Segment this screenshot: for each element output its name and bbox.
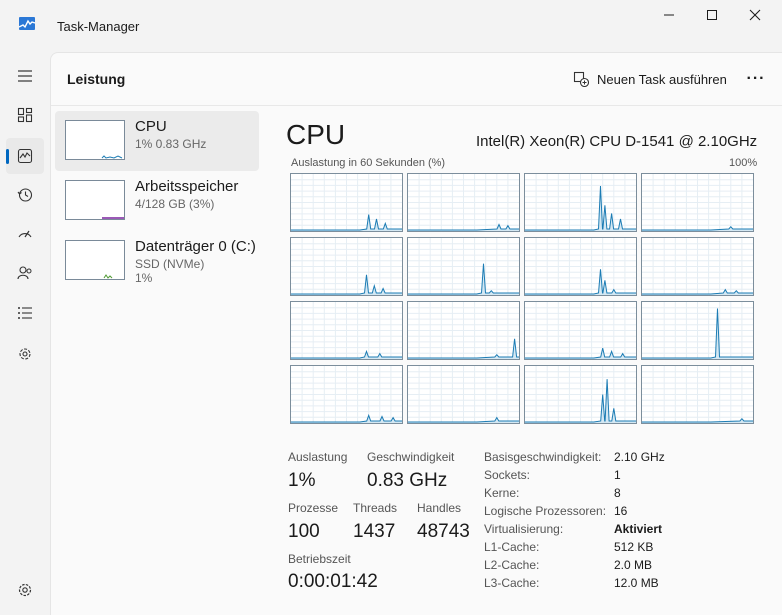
speed-value: 0.83 GHz: [367, 470, 448, 491]
logical-processor-graph: [290, 237, 403, 296]
window-title: Task-Manager: [57, 19, 140, 34]
spec-value: 12.0 MB: [614, 576, 659, 590]
page-title: Leistung: [67, 71, 126, 87]
logical-processor-graph: [641, 301, 754, 360]
uptime-label: Betriebszeit: [288, 552, 351, 566]
utilization-label: Auslastung: [288, 450, 348, 464]
resource-disk[interactable]: Datenträger 0 (C:) SSD (NVMe) 1%: [55, 231, 259, 291]
logical-processor-graph: [290, 173, 403, 232]
handles-label: Handles: [417, 501, 462, 515]
close-icon: [749, 9, 761, 21]
logical-processor-graph: [524, 365, 637, 424]
processes-icon: [17, 107, 33, 123]
minimize-icon: [664, 14, 674, 16]
nav-app-history[interactable]: [6, 177, 44, 213]
resource-detail: 4/128 GB (3%): [135, 197, 215, 211]
menu-icon: [18, 70, 32, 82]
nav-services[interactable]: [6, 336, 44, 372]
new-task-icon: [573, 71, 589, 87]
spec-label: Logische Prozessoren:: [484, 504, 607, 518]
logical-processor-graph: [407, 173, 520, 232]
close-button[interactable]: [732, 0, 778, 30]
services-icon: [19, 348, 31, 360]
resource-cpu[interactable]: CPU 1% 0.83 GHz: [55, 111, 259, 171]
resource-detail: 1% 0.83 GHz: [135, 137, 207, 151]
cpu-model: Intel(R) Xeon(R) CPU D-1541 @ 2.10GHz: [476, 133, 758, 150]
logical-processor-graph: [524, 173, 637, 232]
logical-processor-graph: [641, 173, 754, 232]
disk-usage: 1%: [135, 271, 153, 285]
disk-thumbnail-graph: [65, 240, 125, 280]
nav-processes[interactable]: [6, 97, 44, 133]
utilization-value: 1%: [288, 470, 316, 491]
processes-value: 100: [288, 521, 320, 542]
nav-settings[interactable]: [6, 572, 44, 608]
title-bar: Task-Manager: [0, 0, 782, 52]
nav-menu-button[interactable]: [6, 58, 44, 94]
logical-processor-graph: [407, 301, 520, 360]
memory-thumbnail-graph: [65, 180, 125, 220]
logical-processor-graph: [407, 237, 520, 296]
logical-processor-graph: [641, 237, 754, 296]
navigation-sidebar: [0, 52, 50, 615]
threads-label: Threads: [353, 501, 398, 515]
main-content: Leistung Neuen Task ausführen ··· CPU 1%…: [50, 52, 782, 615]
users-icon: [17, 266, 32, 280]
logical-processor-graph: [524, 301, 637, 360]
spec-value: 2.10 GHz: [614, 450, 665, 464]
logical-processor-graph: [290, 365, 403, 424]
spec-label: L1-Cache:: [484, 540, 540, 554]
resource-memory[interactable]: Arbeitsspeicher 4/128 GB (3%): [55, 171, 259, 231]
resource-name: Arbeitsspeicher: [135, 178, 239, 195]
spec-label: Virtualisierung:: [484, 522, 564, 536]
settings-icon: [18, 583, 32, 597]
run-new-task-label: Neuen Task ausführen: [597, 71, 727, 87]
graph-axis-max: 100%: [729, 157, 758, 169]
spec-value: 1: [614, 468, 621, 482]
spec-label: L2-Cache:: [484, 558, 540, 572]
logical-processor-graphs: [290, 173, 757, 425]
handles-value: 48743: [417, 521, 470, 542]
threads-value: 1437: [353, 521, 396, 542]
nav-details[interactable]: [6, 295, 44, 331]
uptime-value: 0:00:01:42: [288, 571, 378, 592]
spec-value: 512 KB: [614, 540, 654, 554]
run-new-task-button[interactable]: Neuen Task ausführen: [565, 65, 735, 93]
nav-performance[interactable]: [6, 138, 44, 174]
logical-processor-graph: [641, 365, 754, 424]
logical-processor-graph: [407, 365, 520, 424]
header-divider: [51, 105, 782, 106]
resource-name: CPU: [135, 118, 167, 135]
spec-label: L3-Cache:: [484, 576, 540, 590]
speed-label: Geschwindigkeit: [367, 450, 455, 464]
more-options-button[interactable]: ···: [739, 65, 773, 93]
spec-value: Aktiviert: [614, 522, 663, 536]
details-icon: [18, 307, 32, 319]
resource-name: Datenträger 0 (C:): [135, 238, 256, 255]
spec-value: 8: [614, 486, 621, 500]
maximize-icon: [707, 10, 717, 20]
resource-detail: SSD (NVMe) 1%: [135, 257, 204, 285]
app-history-icon: [17, 188, 33, 202]
task-manager-app-icon: [19, 17, 35, 30]
maximize-button[interactable]: [689, 0, 735, 30]
nav-users[interactable]: [6, 255, 44, 291]
logical-processor-graph: [290, 301, 403, 360]
cpu-heading: CPU: [286, 119, 346, 150]
spec-value: 16: [614, 504, 628, 518]
startup-icon: [18, 230, 32, 238]
spec-value: 2.0 MB: [614, 558, 653, 572]
minimize-button[interactable]: [646, 0, 692, 30]
spec-label: Basisgeschwindigkeit:: [484, 450, 602, 464]
logical-processor-graph: [524, 237, 637, 296]
graph-axis-label: Auslastung in 60 Sekunden (%): [291, 157, 446, 169]
cpu-thumbnail-graph: [65, 120, 125, 160]
disk-type: SSD (NVMe): [135, 257, 205, 271]
nav-startup[interactable]: [6, 216, 44, 252]
spec-label: Sockets:: [484, 468, 531, 482]
processes-label: Prozesse: [288, 501, 339, 515]
performance-icon: [17, 148, 33, 164]
spec-label: Kerne:: [484, 486, 520, 500]
